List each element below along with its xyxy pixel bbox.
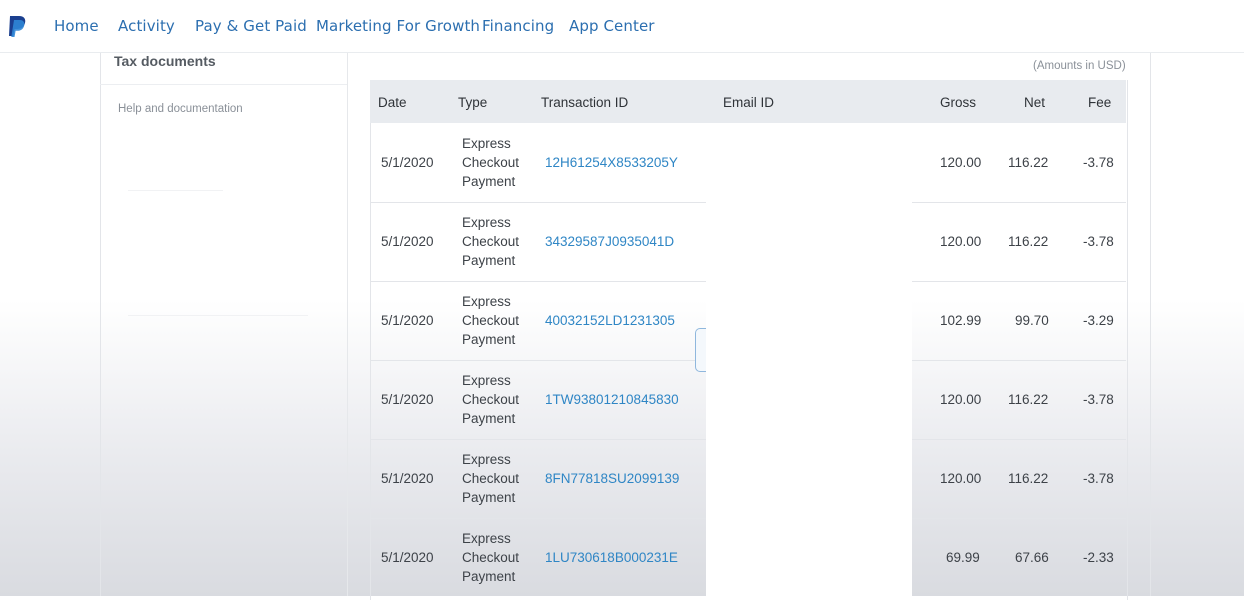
nav-financing[interactable]: Financing — [482, 17, 554, 35]
column-header-date[interactable]: Date — [378, 95, 407, 110]
net-cell: 116.22 — [1008, 471, 1049, 486]
column-header-email-id[interactable]: Email ID — [723, 95, 774, 110]
transaction-id-link[interactable]: 1LU730618B000231E — [545, 550, 678, 565]
nav-pay-and-get-paid[interactable]: Pay & Get Paid — [195, 17, 307, 35]
nav-app-center[interactable]: App Center — [569, 17, 655, 35]
type-cell: Express Checkout Payment — [462, 294, 520, 347]
date-cell: 5/1/2020 — [381, 234, 434, 249]
column-header-gross[interactable]: Gross — [940, 95, 976, 110]
top-navigation: Home Activity Pay & Get Paid Marketing F… — [0, 0, 1244, 53]
nav-home[interactable]: Home — [54, 17, 99, 35]
column-header-type[interactable]: Type — [458, 95, 487, 110]
fee-cell: -3.78 — [1083, 471, 1114, 486]
sidebar-divider — [100, 84, 347, 85]
gross-cell: 120.00 — [940, 234, 982, 249]
paypal-logo-icon[interactable] — [6, 14, 28, 38]
sidebar-divider — [128, 315, 308, 316]
nav-activity[interactable]: Activity — [118, 17, 175, 35]
gross-cell: 120.00 — [940, 155, 982, 170]
gross-cell: 69.99 — [946, 550, 980, 565]
type-cell: Express Checkout Payment — [462, 136, 520, 189]
sidebar-item-help-and-documentation[interactable]: Help and documentation — [118, 103, 243, 115]
amounts-currency-note: (Amounts in USD) — [1033, 60, 1126, 72]
date-cell: 5/1/2020 — [381, 313, 434, 328]
sidebar-item-tax-documents[interactable]: Tax documents — [114, 53, 216, 69]
fee-cell: -3.78 — [1083, 234, 1114, 249]
column-header-fee[interactable]: Fee — [1088, 95, 1111, 110]
date-cell: 5/1/2020 — [381, 471, 434, 486]
type-cell: Express Checkout Payment — [462, 215, 520, 268]
net-cell: 99.70 — [1015, 313, 1049, 328]
gross-cell: 120.00 — [940, 392, 982, 407]
transaction-id-link[interactable]: 40032152LD1231305 — [545, 313, 675, 328]
transaction-id-link[interactable]: 8FN77818SU2099139 — [545, 471, 679, 486]
transaction-id-link[interactable]: 34329587J0935041D — [545, 234, 674, 249]
sidebar-divider — [128, 190, 223, 191]
net-cell: 116.22 — [1008, 234, 1049, 249]
net-cell: 67.66 — [1015, 550, 1049, 565]
net-cell: 116.22 — [1008, 155, 1049, 170]
sidebar — [100, 52, 348, 596]
net-cell: 116.22 — [1008, 392, 1049, 407]
fee-cell: -3.78 — [1083, 392, 1114, 407]
date-cell: 5/1/2020 — [381, 155, 434, 170]
type-cell: Express Checkout Payment — [462, 452, 520, 505]
redacted-email-area — [706, 200, 912, 596]
gross-cell: 102.99 — [940, 313, 982, 328]
transaction-id-link[interactable]: 1TW93801210845830 — [545, 392, 679, 407]
type-cell: Express Checkout Payment — [462, 373, 520, 426]
date-cell: 5/1/2020 — [381, 392, 434, 407]
gross-cell: 120.00 — [940, 471, 982, 486]
fee-cell: -3.78 — [1083, 155, 1114, 170]
fee-cell: -2.33 — [1083, 550, 1114, 565]
transaction-id-link[interactable]: 12H61254X8533205Y — [545, 155, 678, 170]
column-header-net[interactable]: Net — [1024, 95, 1045, 110]
date-cell: 5/1/2020 — [381, 550, 434, 565]
fee-cell: -3.29 — [1083, 313, 1114, 328]
nav-marketing-for-growth[interactable]: Marketing For Growth — [316, 17, 480, 35]
type-cell: Express Checkout Payment — [462, 531, 520, 584]
column-header-transaction-id[interactable]: Transaction ID — [541, 95, 628, 110]
